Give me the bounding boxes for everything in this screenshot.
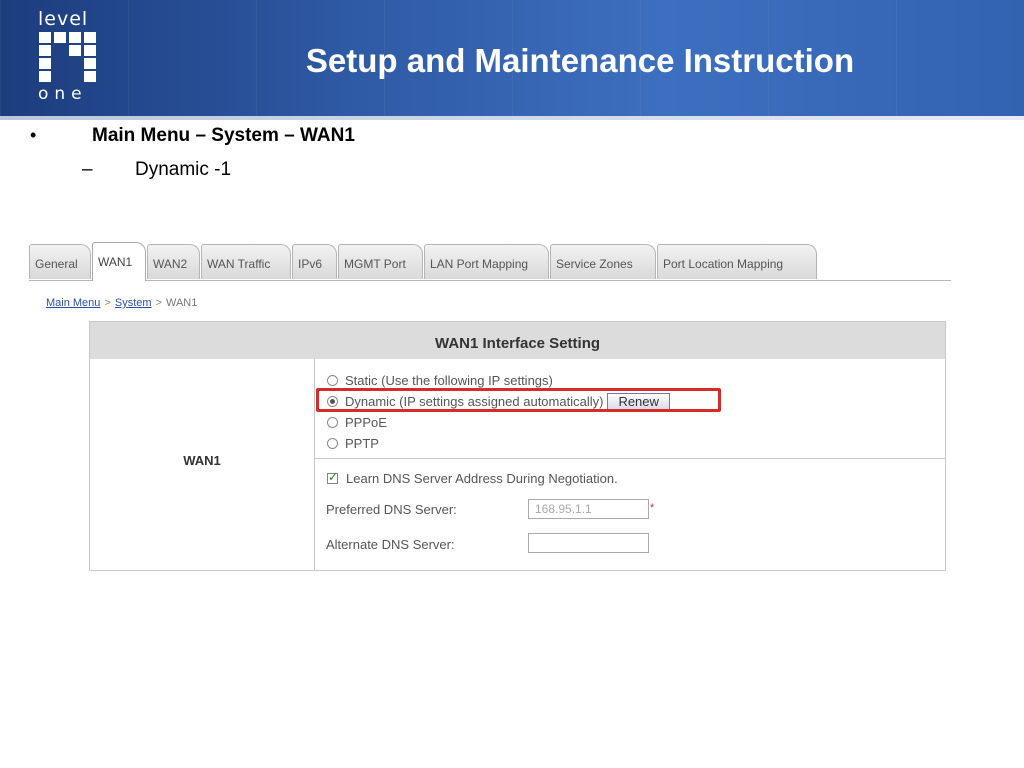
option-static-label: Static (Use the following IP settings) [345,372,553,388]
breadcrumb-main-menu[interactable]: Main Menu [46,297,100,309]
tab-label: WAN1 [98,255,133,269]
breadcrumb-current: WAN1 [165,297,198,309]
sub-bullet-marker: – [82,159,93,180]
tab-general[interactable]: General [29,244,91,279]
tab-lan-port-mapping[interactable]: LAN Port Mapping [424,244,549,279]
tab-label: Service Zones [556,257,633,271]
panel-heading: WAN1 Interface Setting [90,322,945,359]
wan1-screenshot: General WAN1 WAN2 WAN Traffic IPv6 MGMT … [29,242,951,574]
breadcrumb-separator: > [155,297,162,309]
alternate-dns-label: Alternate DNS Server: [326,537,455,552]
tab-label: Port Location Mapping [663,257,784,271]
slide-header: level one Setup and Maintenance Instruct… [0,0,1024,116]
required-marker: * [650,502,655,514]
tab-mgmt-port[interactable]: MGMT Port [338,244,423,279]
wan1-row-label: WAN1 [90,359,315,570]
learn-dns-checkbox[interactable] [327,470,338,484]
radio-pptp[interactable] [327,437,338,449]
learn-dns-row[interactable]: Learn DNS Server Address During Negotiat… [327,470,618,486]
tab-label: WAN2 [153,257,188,271]
tab-wan1[interactable]: WAN1 [92,242,146,281]
option-static[interactable]: Static (Use the following IP settings) [327,370,553,390]
tab-label: WAN Traffic [207,257,271,271]
tab-bar: General WAN1 WAN2 WAN Traffic IPv6 MGMT … [29,242,951,281]
learn-dns-label: Learn DNS Server Address During Negotiat… [346,471,618,486]
bullet-sub: Dynamic -1 [135,159,232,180]
tab-ipv6[interactable]: IPv6 [292,244,337,279]
option-pptp[interactable]: PPTP [327,433,379,453]
radio-dynamic[interactable] [327,395,338,407]
tab-label: MGMT Port [344,257,406,271]
tab-wan2[interactable]: WAN2 [147,244,200,279]
levelone-logo: level one [36,8,108,104]
breadcrumb-system[interactable]: System [115,297,152,309]
wan1-interface-setting-panel: WAN1 Interface Setting WAN1 Static (Use … [89,321,946,571]
tab-label: LAN Port Mapping [430,257,529,271]
preferred-dns-label: Preferred DNS Server: [326,502,457,517]
section-divider [315,458,946,459]
radio-pppoe[interactable] [327,416,338,428]
bullet-main: Main Menu – System – WAN1 [92,125,355,146]
tab-label: IPv6 [298,257,323,271]
option-pppoe-label: PPPoE [345,414,387,430]
breadcrumb-separator: > [104,297,111,309]
logo-text-top: level [38,8,89,30]
renew-button[interactable]: Renew [607,392,670,410]
option-pptp-label: PPTP [345,435,379,451]
logo-grid-icon [39,32,96,82]
tab-wan-traffic[interactable]: WAN Traffic [201,244,291,279]
logo-text-bottom: one [38,84,88,104]
bullet-marker: • [30,125,37,145]
alternate-dns-input[interactable] [528,533,649,553]
slide-title: Setup and Maintenance Instruction [305,42,855,79]
option-dynamic[interactable]: Dynamic (IP settings assigned automatica… [327,391,670,411]
option-dynamic-label: Dynamic (IP settings assigned automatica… [345,393,604,409]
tab-port-location-mapping[interactable]: Port Location Mapping [657,244,817,279]
header-divider [0,116,1024,120]
preferred-dns-input[interactable] [528,499,649,519]
tab-service-zones[interactable]: Service Zones [550,244,656,279]
option-pppoe[interactable]: PPPoE [327,412,387,432]
radio-static[interactable] [327,374,338,386]
tab-label: General [35,257,78,271]
breadcrumb: Main Menu > System > WAN1 [46,297,197,309]
